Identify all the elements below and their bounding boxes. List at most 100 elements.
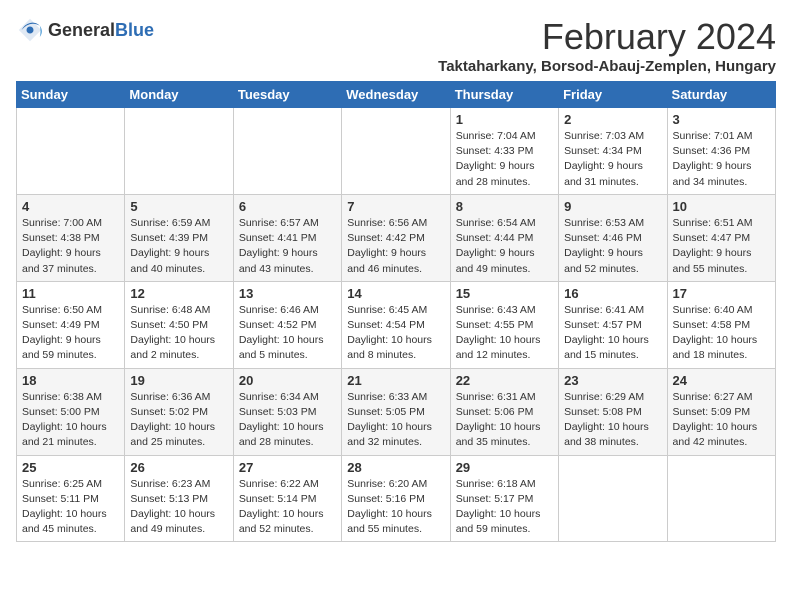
weekday-header: Thursday xyxy=(450,82,558,108)
calendar-day-cell xyxy=(559,455,667,542)
day-number: 24 xyxy=(673,373,770,388)
day-info: Sunrise: 6:25 AMSunset: 5:11 PMDaylight:… xyxy=(22,477,119,538)
day-info: Sunrise: 6:36 AMSunset: 5:02 PMDaylight:… xyxy=(130,390,227,451)
calendar-day-cell: 1Sunrise: 7:04 AMSunset: 4:33 PMDaylight… xyxy=(450,108,558,195)
day-number: 7 xyxy=(347,199,444,214)
calendar-day-cell: 13 Sunrise: 6:46 AMSunset: 4:52 PMDayligh… xyxy=(233,281,341,368)
day-info: Sunrise: 6:50 AMSunset: 4:49 PMDaylight:… xyxy=(22,303,119,364)
calendar-day-cell: 26Sunrise: 6:23 AMSunset: 5:13 PMDayligh… xyxy=(125,455,233,542)
calendar-week-row: 4 Sunrise: 7:00 AMSunset: 4:38 PMDaylight… xyxy=(17,194,776,281)
day-number: 20 xyxy=(239,373,336,388)
day-number: 4 xyxy=(22,199,119,214)
day-info: Sunrise: 6:34 AMSunset: 5:03 PMDaylight:… xyxy=(239,390,336,451)
day-info: Sunrise: 6:46 AMSunset: 4:52 PMDaylight:… xyxy=(239,303,336,364)
logo-blue: Blue xyxy=(115,20,154,40)
calendar-day-cell: 9 Sunrise: 6:53 AMSunset: 4:46 PMDaylight… xyxy=(559,194,667,281)
calendar-day-cell: 3 Sunrise: 7:01 AMSunset: 4:36 PMDaylight… xyxy=(667,108,775,195)
calendar-day-cell: 11 Sunrise: 6:50 AMSunset: 4:49 PMDayligh… xyxy=(17,281,125,368)
calendar-day-cell: 16 Sunrise: 6:41 AMSunset: 4:57 PMDayligh… xyxy=(559,281,667,368)
day-info: Sunrise: 6:33 AMSunset: 5:05 PMDaylight:… xyxy=(347,390,444,451)
calendar-subtitle: Taktaharkany, Borsod-Abauj-Zemplen, Hung… xyxy=(438,58,776,75)
calendar-day-cell: 21 Sunrise: 6:33 AMSunset: 5:05 PMDayligh… xyxy=(342,368,450,455)
calendar-day-cell: 23Sunrise: 6:29 AMSunset: 5:08 PMDayligh… xyxy=(559,368,667,455)
day-number: 28 xyxy=(347,460,444,475)
calendar-day-cell: 8Sunrise: 6:54 AMSunset: 4:44 PMDaylight… xyxy=(450,194,558,281)
title-area: February 2024 Taktaharkany, Borsod-Abauj… xyxy=(438,16,776,75)
calendar-day-cell: 27 Sunrise: 6:22 AMSunset: 5:14 PMDayligh… xyxy=(233,455,341,542)
calendar-day-cell: 25 Sunrise: 6:25 AMSunset: 5:11 PMDayligh… xyxy=(17,455,125,542)
calendar-week-row: 11 Sunrise: 6:50 AMSunset: 4:49 PMDayligh… xyxy=(17,281,776,368)
calendar-day-cell xyxy=(233,108,341,195)
calendar-table: SundayMondayTuesdayWednesdayThursdayFrid… xyxy=(16,81,776,542)
calendar-day-cell: 15 Sunrise: 6:43 AMSunset: 4:55 PMDayligh… xyxy=(450,281,558,368)
day-number: 16 xyxy=(564,286,661,301)
calendar-week-row: 25 Sunrise: 6:25 AMSunset: 5:11 PMDayligh… xyxy=(17,455,776,542)
day-info: Sunrise: 6:43 AMSunset: 4:55 PMDaylight:… xyxy=(456,303,553,364)
logo-icon xyxy=(16,16,44,44)
calendar-title: February 2024 xyxy=(438,16,776,58)
day-number: 12 xyxy=(130,286,227,301)
logo: GeneralBlue xyxy=(16,16,154,44)
day-number: 22 xyxy=(456,373,553,388)
day-number: 13 xyxy=(239,286,336,301)
page-header: GeneralBlue February 2024 Taktaharkany, … xyxy=(16,16,776,75)
day-number: 10 xyxy=(673,199,770,214)
day-number: 18 xyxy=(22,373,119,388)
calendar-week-row: 18 Sunrise: 6:38 AMSunset: 5:00 PMDayligh… xyxy=(17,368,776,455)
logo-general: General xyxy=(48,20,115,40)
calendar-day-cell: 24 Sunrise: 6:27 AMSunset: 5:09 PMDayligh… xyxy=(667,368,775,455)
calendar-week-row: 1Sunrise: 7:04 AMSunset: 4:33 PMDaylight… xyxy=(17,108,776,195)
calendar-day-cell: 22 Sunrise: 6:31 AMSunset: 5:06 PMDayligh… xyxy=(450,368,558,455)
calendar-day-cell xyxy=(667,455,775,542)
calendar-day-cell: 12 Sunrise: 6:48 AMSunset: 4:50 PMDayligh… xyxy=(125,281,233,368)
day-info: Sunrise: 6:18 AMSunset: 5:17 PMDaylight:… xyxy=(456,477,553,538)
day-number: 15 xyxy=(456,286,553,301)
calendar-day-cell: 28 Sunrise: 6:20 AMSunset: 5:16 PMDayligh… xyxy=(342,455,450,542)
day-info: Sunrise: 7:01 AMSunset: 4:36 PMDaylight:… xyxy=(673,129,770,190)
day-info: Sunrise: 6:20 AMSunset: 5:16 PMDaylight:… xyxy=(347,477,444,538)
weekday-header: Wednesday xyxy=(342,82,450,108)
calendar-day-cell xyxy=(342,108,450,195)
day-info: Sunrise: 6:51 AMSunset: 4:47 PMDaylight:… xyxy=(673,216,770,277)
weekday-header: Friday xyxy=(559,82,667,108)
day-info: Sunrise: 6:31 AMSunset: 5:06 PMDaylight:… xyxy=(456,390,553,451)
day-info: Sunrise: 7:00 AMSunset: 4:38 PMDaylight:… xyxy=(22,216,119,277)
day-number: 9 xyxy=(564,199,661,214)
day-info: Sunrise: 6:59 AMSunset: 4:39 PMDaylight:… xyxy=(130,216,227,277)
calendar-day-cell: 17Sunrise: 6:40 AMSunset: 4:58 PMDayligh… xyxy=(667,281,775,368)
weekday-header: Sunday xyxy=(17,82,125,108)
day-info: Sunrise: 6:27 AMSunset: 5:09 PMDaylight:… xyxy=(673,390,770,451)
calendar-day-cell: 5 Sunrise: 6:59 AMSunset: 4:39 PMDaylight… xyxy=(125,194,233,281)
calendar-header-row: SundayMondayTuesdayWednesdayThursdayFrid… xyxy=(17,82,776,108)
day-number: 14 xyxy=(347,286,444,301)
day-number: 2 xyxy=(564,112,661,127)
calendar-day-cell: 14 Sunrise: 6:45 AMSunset: 4:54 PMDayligh… xyxy=(342,281,450,368)
calendar-day-cell: 6Sunrise: 6:57 AMSunset: 4:41 PMDaylight… xyxy=(233,194,341,281)
day-number: 21 xyxy=(347,373,444,388)
day-info: Sunrise: 6:48 AMSunset: 4:50 PMDaylight:… xyxy=(130,303,227,364)
calendar-day-cell xyxy=(17,108,125,195)
day-info: Sunrise: 6:45 AMSunset: 4:54 PMDaylight:… xyxy=(347,303,444,364)
day-info: Sunrise: 7:04 AMSunset: 4:33 PMDaylight:… xyxy=(456,129,553,190)
calendar-day-cell: 4 Sunrise: 7:00 AMSunset: 4:38 PMDaylight… xyxy=(17,194,125,281)
day-number: 11 xyxy=(22,286,119,301)
day-number: 27 xyxy=(239,460,336,475)
weekday-header: Saturday xyxy=(667,82,775,108)
day-number: 5 xyxy=(130,199,227,214)
day-number: 26 xyxy=(130,460,227,475)
calendar-day-cell: 7Sunrise: 6:56 AMSunset: 4:42 PMDaylight… xyxy=(342,194,450,281)
day-number: 19 xyxy=(130,373,227,388)
day-info: Sunrise: 6:41 AMSunset: 4:57 PMDaylight:… xyxy=(564,303,661,364)
day-number: 25 xyxy=(22,460,119,475)
calendar-day-cell: 19 Sunrise: 6:36 AMSunset: 5:02 PMDayligh… xyxy=(125,368,233,455)
day-info: Sunrise: 6:22 AMSunset: 5:14 PMDaylight:… xyxy=(239,477,336,538)
calendar-day-cell: 29 Sunrise: 6:18 AMSunset: 5:17 PMDayligh… xyxy=(450,455,558,542)
calendar-day-cell xyxy=(125,108,233,195)
day-info: Sunrise: 6:38 AMSunset: 5:00 PMDaylight:… xyxy=(22,390,119,451)
day-number: 29 xyxy=(456,460,553,475)
day-info: Sunrise: 6:29 AMSunset: 5:08 PMDaylight:… xyxy=(564,390,661,451)
day-info: Sunrise: 6:57 AMSunset: 4:41 PMDaylight:… xyxy=(239,216,336,277)
day-info: Sunrise: 6:53 AMSunset: 4:46 PMDaylight:… xyxy=(564,216,661,277)
day-number: 3 xyxy=(673,112,770,127)
calendar-day-cell: 10 Sunrise: 6:51 AMSunset: 4:47 PMDayligh… xyxy=(667,194,775,281)
